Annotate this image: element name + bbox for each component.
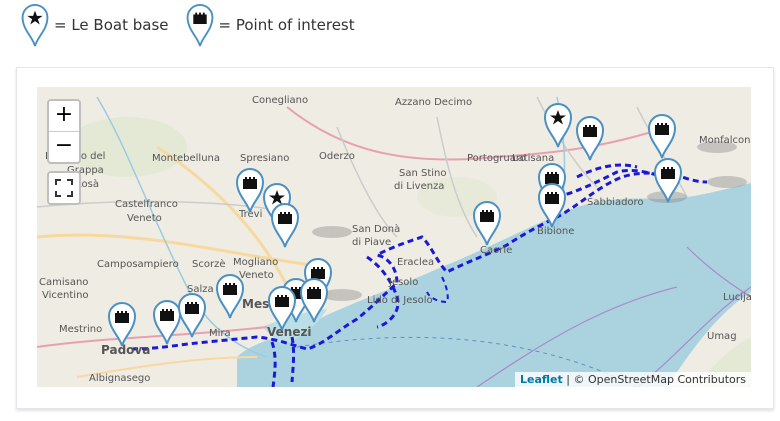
legend-poi-label: = Point of interest [218,16,355,34]
place-label: Scorzè [192,259,226,270]
place-label: Albignasego [89,373,151,384]
place-label: Monfalcone [699,135,751,146]
place-label: Sabbiadoro [587,197,644,208]
place-label: Eraclea [397,257,435,268]
poi-marker[interactable] [472,200,502,246]
place-label: Lido di Jesolo [367,295,433,306]
base-marker[interactable] [543,102,573,148]
poi-marker[interactable] [299,277,329,323]
place-label: di Piave [352,237,392,248]
place-label: Lucija [723,292,751,303]
attribution-text: | © OpenStreetMap Contributors [562,373,746,386]
place-label: Montebelluna [152,153,221,164]
place-label: Mira [209,328,231,339]
legend-base-label: = Le Boat base [54,16,169,34]
map-legend: = Le Boat base = Point of interest [20,3,371,47]
zoom-out-button[interactable]: − [49,132,79,162]
place-label: Castelfranco [115,199,178,210]
place-label: di Livenza [394,181,445,192]
place-label: Camposampiero [97,259,179,270]
poi-marker[interactable] [575,115,605,161]
zoom-in-button[interactable]: + [49,101,79,132]
place-label: Veneto [127,213,162,224]
map-tiles [37,87,751,387]
place-label: Mogliano [233,257,279,268]
leaflet-link[interactable]: Leaflet [520,373,563,386]
place-label: Jesolo [389,277,419,288]
poi-marker[interactable] [107,301,137,347]
place-label: Mestrino [59,324,103,335]
poi-marker[interactable] [647,113,677,159]
poi-marker[interactable] [537,182,567,228]
poi-marker[interactable] [177,292,207,338]
place-label: Oderzo [319,151,355,162]
place-label: San Donà [352,224,401,235]
map-view[interactable]: Conegliano Azzano Decimo Bassano del Gra… [37,87,751,387]
place-label: Umag [707,331,737,342]
place-label: San Stino [399,168,447,179]
poi-marker[interactable] [215,273,245,319]
place-label: Conegliano [252,95,309,106]
place-label: Camisano [39,277,89,288]
place-label: Spresiano [240,153,290,164]
base-marker-icon [21,3,49,47]
fullscreen-icon [55,179,73,197]
poi-marker[interactable] [235,167,265,213]
poi-marker-icon [186,3,213,47]
fullscreen-button[interactable] [47,171,81,205]
poi-marker[interactable] [267,285,297,331]
place-label: Caorle [480,245,513,256]
place-label: Azzano Decimo [395,97,473,108]
map-attribution: Leaflet | © OpenStreetMap Contributors [514,372,751,387]
legend-poi: = Point of interest [185,3,355,47]
poi-marker[interactable] [653,157,683,203]
place-label: Vicentino [42,290,89,301]
zoom-control: + − [47,99,81,164]
poi-marker[interactable] [270,202,300,248]
legend-base: = Le Boat base [20,3,169,47]
